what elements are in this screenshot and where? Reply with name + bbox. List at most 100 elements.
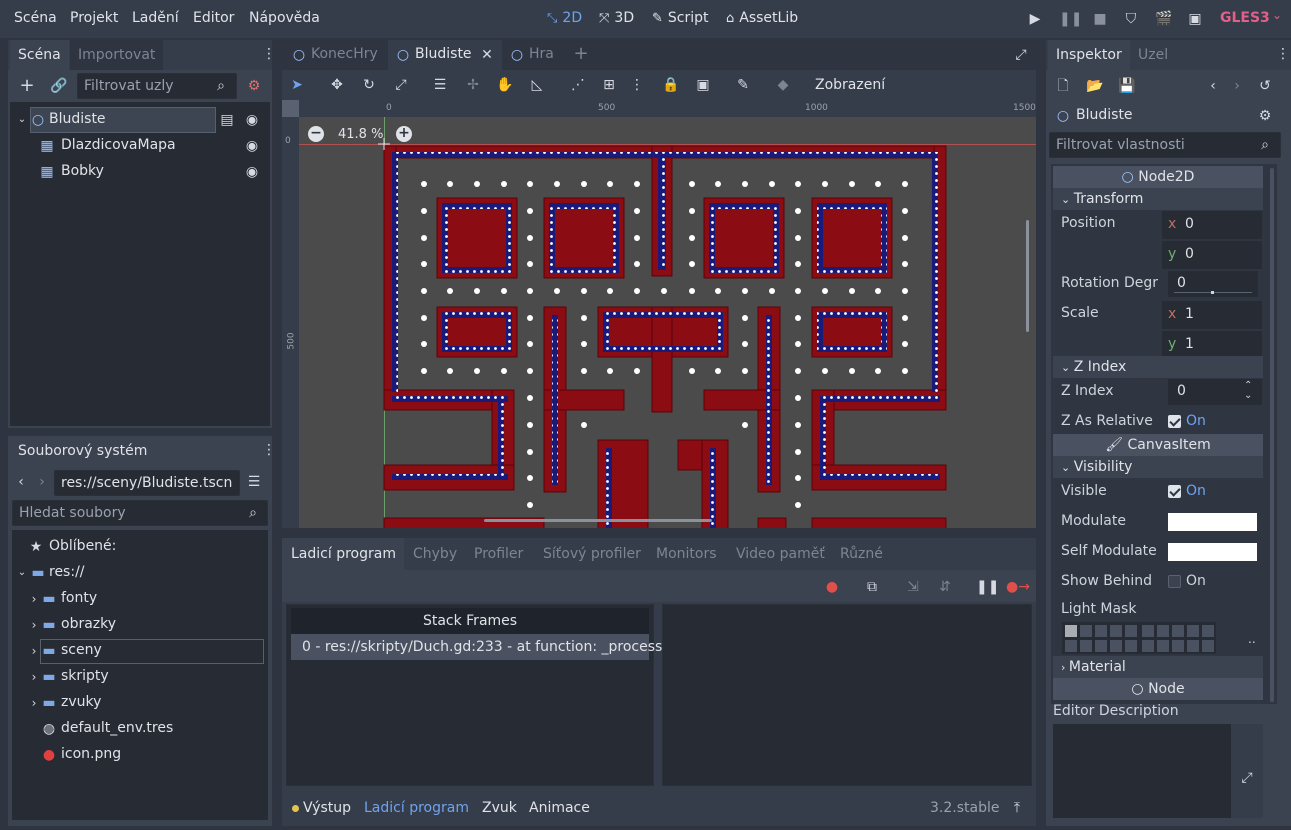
more-options-icon[interactable]: ⋮	[630, 75, 644, 95]
new-resource-icon[interactable]: 🗋	[1054, 76, 1072, 96]
chevron-down-icon[interactable]: ⌄	[1272, 8, 1282, 22]
tab-network-profiler[interactable]: Síťový profiler	[543, 546, 641, 562]
folder-skripty[interactable]: skripty	[61, 668, 109, 684]
tab-debugger-bottom[interactable]: Ladicí program	[364, 800, 469, 816]
zindex-spinbox[interactable]: 0 ⌃ ⌄	[1168, 379, 1262, 405]
tab-debugger[interactable]: Ladicí program	[291, 546, 396, 562]
tab-node[interactable]: Uzel	[1130, 40, 1176, 70]
play-icon[interactable]: ▶	[1027, 9, 1043, 29]
forward-icon[interactable]: ›	[35, 472, 49, 492]
split-view-icon[interactable]: ☰	[244, 472, 264, 492]
copy-icon[interactable]: ⧉	[864, 577, 880, 597]
scale-tool-icon[interactable]: ⤢	[392, 75, 410, 95]
folder-sceny[interactable]: sceny	[61, 642, 102, 658]
back-icon[interactable]: ‹	[14, 472, 28, 492]
tree-node-dlazdicovamapa[interactable]: DlazdicovaMapa	[61, 137, 176, 153]
stop-icon[interactable]: ■	[1092, 9, 1108, 29]
select-tool-icon[interactable]: ➤	[288, 75, 306, 95]
zoom-out-icon[interactable]: −	[308, 126, 324, 142]
view-menu[interactable]: Zobrazení	[815, 77, 885, 93]
workspace-script-button[interactable]: ✎ Script	[652, 10, 709, 26]
step-into-icon[interactable]: ⇲	[904, 577, 922, 597]
move-tool-icon[interactable]: ✥	[328, 75, 346, 95]
renderer-selector[interactable]: GLES3	[1220, 10, 1270, 26]
lock-icon[interactable]: 🔒	[662, 75, 680, 95]
visibility-eye-icon[interactable]: ◉	[244, 136, 260, 156]
section-transform[interactable]: ⌄ Transform	[1053, 188, 1263, 210]
tab-audio[interactable]: Zvuk	[482, 800, 517, 816]
menu-help[interactable]: Nápověda	[249, 10, 320, 26]
history-icon[interactable]: ↺	[1256, 76, 1274, 96]
tree-node-bludiste[interactable]: Bludiste	[49, 111, 106, 127]
chevron-right-icon[interactable]: ›	[29, 615, 39, 635]
rotation-slider-grabber[interactable]	[1211, 291, 1214, 294]
horizontal-scrollbar[interactable]	[484, 519, 712, 522]
favorites-label[interactable]: Oblíbené:	[49, 538, 116, 554]
break-icon[interactable]: ❚❚	[976, 577, 999, 597]
file-icon-png[interactable]: icon.png	[61, 746, 121, 762]
position-x-field[interactable]: x 0	[1162, 211, 1262, 239]
position-y-field[interactable]: y 0	[1162, 241, 1262, 269]
inspected-node-name[interactable]: Bludiste	[1076, 107, 1133, 123]
chevron-down-icon[interactable]: ⌄	[16, 563, 28, 583]
menu-editor[interactable]: Editor	[193, 10, 234, 26]
script-attached-icon[interactable]: ▤	[220, 110, 234, 130]
workspace-3d-button[interactable]: ⤧ 3D	[599, 10, 634, 26]
folder-obrazky[interactable]: obrazky	[61, 616, 116, 632]
tree-node-bobky[interactable]: Bobky	[61, 163, 104, 179]
step-over-icon[interactable]: ⇵	[936, 577, 954, 597]
zoom-in-icon[interactable]: +	[396, 126, 412, 142]
scene-tab-bludiste[interactable]: ○ Bludiste ✕	[388, 40, 502, 70]
tab-output[interactable]: Výstup	[303, 800, 351, 816]
list-select-icon[interactable]: ☰	[431, 75, 449, 95]
chevron-right-icon[interactable]: ›	[29, 667, 39, 687]
rotation-field[interactable]: 0	[1168, 271, 1258, 297]
tab-filesystem[interactable]: Souborový systém	[10, 436, 156, 466]
movie-icon[interactable]: ▣	[1187, 9, 1203, 29]
canvas-viewport[interactable]: 0 500 1000 1500 0 500 − 41.8 % +	[282, 100, 1036, 528]
folder-fonty[interactable]: fonty	[61, 590, 97, 606]
more-icon[interactable]: ..	[1248, 632, 1256, 646]
scene-tab-konechry[interactable]: ○ KonecHry	[284, 40, 386, 70]
folder-res[interactable]: res://	[49, 564, 85, 580]
add-node-icon[interactable]: +	[18, 76, 36, 96]
workspace-2d-button[interactable]: ⤡ 2D	[547, 10, 582, 26]
tab-monitors[interactable]: Monitors	[656, 546, 717, 562]
folder-zvuky[interactable]: zvuky	[61, 694, 101, 710]
stack-frame-row[interactable]: 0 - res://skripty/Duch.gd:233 - at funct…	[291, 634, 662, 660]
scale-y-field[interactable]: y 1	[1162, 331, 1262, 359]
tab-video-memory[interactable]: Video paměť	[736, 546, 825, 562]
tab-inspector[interactable]: Inspektor	[1048, 40, 1130, 70]
editor-description-textarea[interactable]	[1053, 724, 1231, 818]
history-back-icon[interactable]: ‹	[1204, 76, 1222, 96]
save-icon[interactable]: 💾	[1118, 76, 1136, 96]
grid-snap-icon[interactable]: ⊞	[600, 75, 618, 95]
rotate-tool-icon[interactable]: ↻	[360, 75, 378, 95]
bone-icon[interactable]: ✎	[734, 75, 752, 95]
filter-properties-input[interactable]: Filtrovat vlastnosti	[1049, 132, 1281, 158]
z-as-relative-checkbox[interactable]	[1168, 415, 1181, 428]
workspace-assetlib-button[interactable]: ⌂ AssetLib	[726, 10, 798, 26]
path-field[interactable]: res://sceny/Bludiste.tscn	[54, 470, 240, 496]
continue-icon[interactable]: ●→	[1006, 577, 1030, 597]
chevron-right-icon[interactable]: ›	[29, 693, 39, 713]
expand-panel-icon[interactable]: ⤒	[1008, 798, 1026, 818]
menu-debug[interactable]: Ladění	[132, 10, 179, 26]
inspector-scrollbar[interactable]	[1270, 168, 1274, 702]
snap-icon[interactable]: ⋰	[569, 75, 587, 95]
pause-icon[interactable]: ❚❚	[1059, 9, 1082, 29]
chevron-down-icon[interactable]: ⌄	[16, 110, 28, 130]
chevron-right-icon[interactable]: ›	[29, 641, 39, 661]
add-scene-icon[interactable]: +	[572, 44, 590, 64]
dock-menu-icon[interactable]: ⋮	[1276, 44, 1290, 64]
script-filter-icon[interactable]: ⚙	[245, 76, 263, 96]
light-mask-grid[interactable]	[1062, 622, 1216, 654]
object-properties-icon[interactable]: ⚙	[1256, 106, 1274, 126]
visibility-eye-icon[interactable]: ◉	[244, 162, 260, 182]
link-icon[interactable]: 🔗	[50, 76, 68, 96]
open-folder-icon[interactable]: 📂	[1086, 76, 1104, 96]
pan-tool-icon[interactable]: ✋	[496, 75, 514, 95]
camera-override-icon[interactable]: ◆	[774, 75, 792, 95]
show-behind-checkbox[interactable]	[1168, 575, 1181, 588]
chevron-right-icon[interactable]: ›	[29, 589, 39, 609]
